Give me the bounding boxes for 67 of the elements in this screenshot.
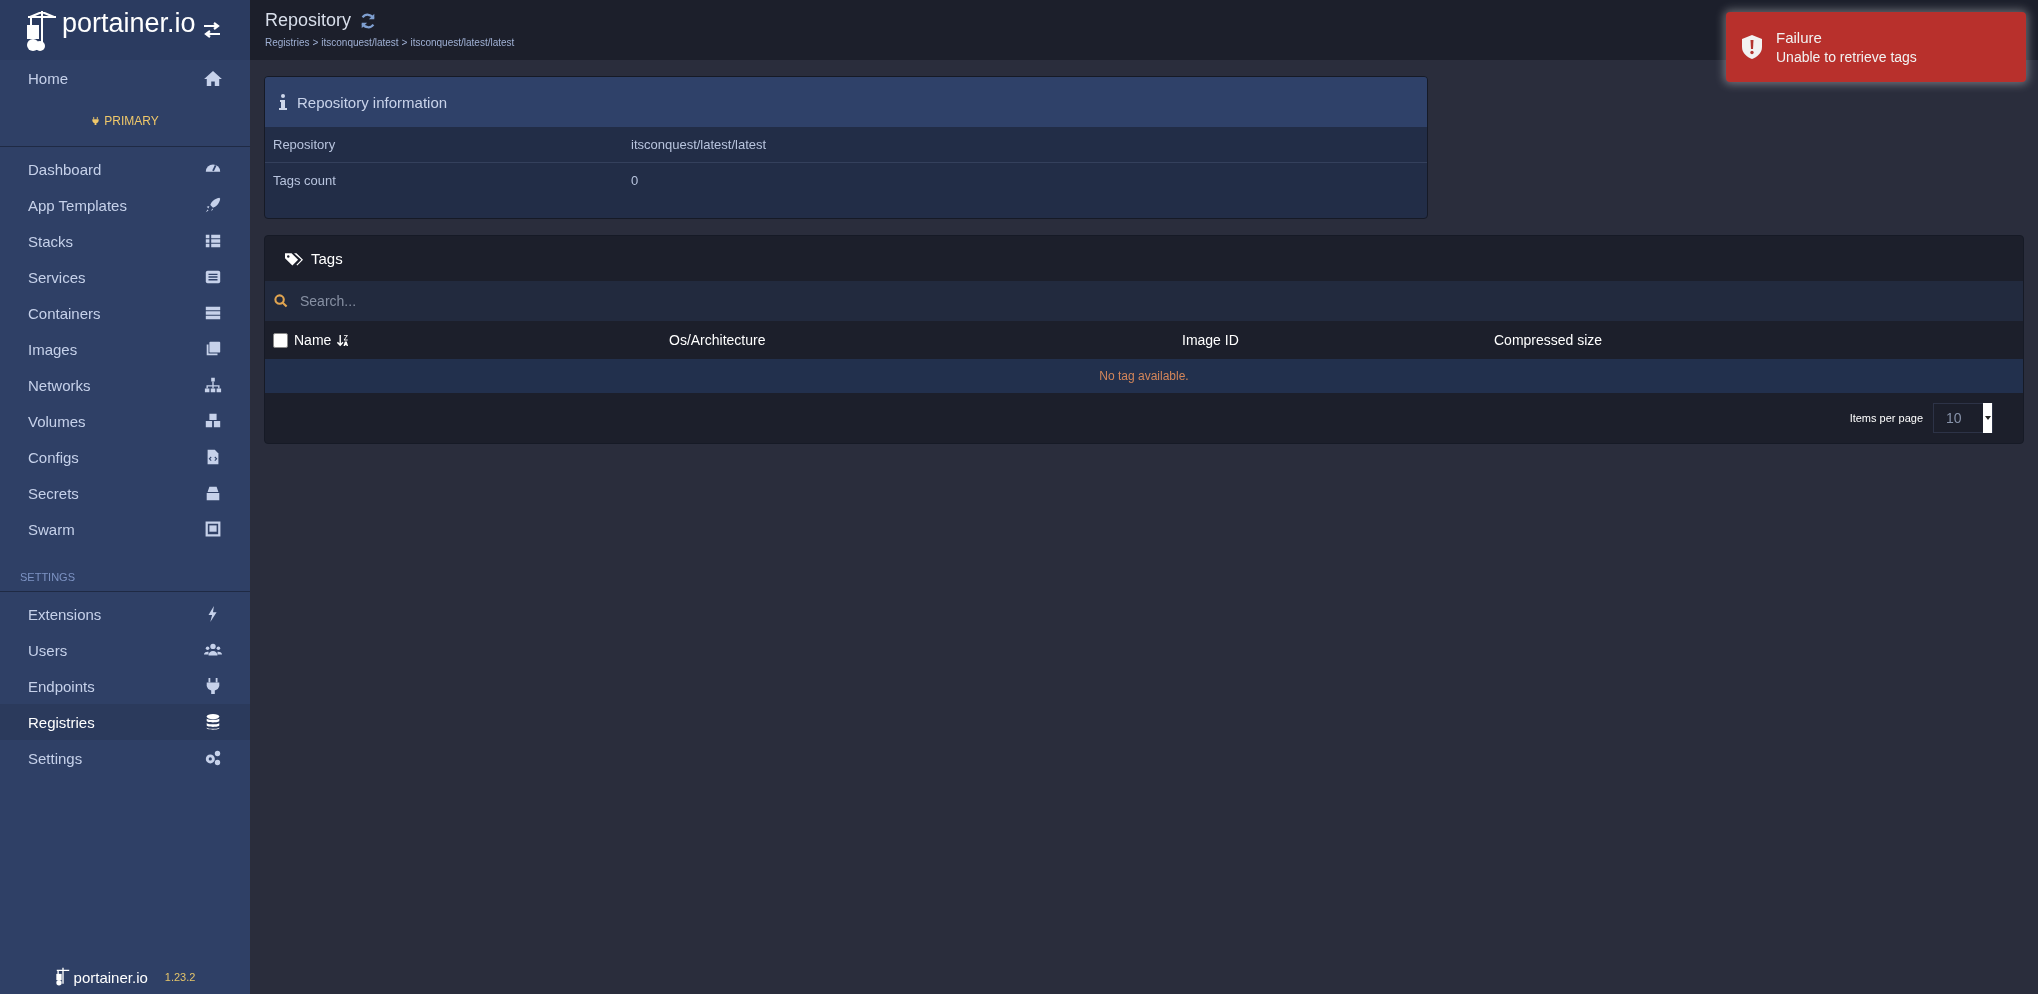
sidebar-item[interactable]: Endpoints xyxy=(0,668,250,704)
items-per-page-label: Items per page xyxy=(1849,412,1923,424)
endpoint-label: PRIMARY xyxy=(91,114,159,128)
list-icon xyxy=(204,232,222,250)
sidebar-item[interactable]: Services xyxy=(0,259,250,295)
sidebar-item[interactable]: Swarm xyxy=(0,511,250,547)
page-title: Repository xyxy=(265,10,352,31)
sidebar-item[interactable]: Volumes xyxy=(0,403,250,439)
sidebar-item[interactable]: Dashboard xyxy=(0,151,250,187)
rocket-icon xyxy=(204,196,222,214)
column-header: Compressed size xyxy=(1494,332,1603,348)
column-header: Os/Architecture xyxy=(669,332,767,348)
plug-icon xyxy=(91,115,101,127)
info-label: Repository xyxy=(273,137,337,152)
sidebar-item[interactable]: Images xyxy=(0,331,250,367)
panel-title: Repository information xyxy=(297,93,448,111)
database-icon xyxy=(204,713,222,731)
items-per-page-select[interactable]: 10 xyxy=(1933,403,1993,433)
empty-message: No tag available. xyxy=(1099,369,1189,383)
network-tree-icon xyxy=(204,376,222,394)
column-header: Image ID xyxy=(1182,332,1240,348)
images-icon xyxy=(204,340,222,358)
sidebar-item[interactable]: Extensions xyxy=(0,596,250,632)
toast-message: Unable to retrieve tags xyxy=(1776,49,1917,65)
search-field[interactable]: Search... xyxy=(265,281,2023,321)
crane-logo-icon xyxy=(54,967,71,987)
tags-icon xyxy=(285,251,303,266)
breadcrumb-link[interactable]: itsconquest/latest xyxy=(321,37,399,48)
footer-logo-text: portainer.io xyxy=(73,968,148,986)
sort-icon[interactable] xyxy=(337,333,350,347)
list-box-icon xyxy=(204,268,222,286)
breadcrumb-link[interactable]: Registries xyxy=(265,37,310,48)
version-label: 1.23.2 xyxy=(164,971,196,983)
sidebar-item[interactable]: Networks xyxy=(0,367,250,403)
search-icon xyxy=(274,294,288,308)
sidebar-item[interactable]: App Templates xyxy=(0,187,250,223)
info-label: Tags count xyxy=(273,173,337,188)
shield-alert-icon xyxy=(1742,35,1762,59)
sidebar-item[interactable]: Configs xyxy=(0,439,250,475)
sidebar-item[interactable]: Containers xyxy=(0,295,250,331)
info-icon xyxy=(279,94,287,110)
sidebar-item[interactable]: Settings xyxy=(0,740,250,776)
frame-icon xyxy=(204,520,222,538)
cubes-icon xyxy=(204,412,222,430)
info-value: itsconquest/latest/latest xyxy=(631,137,767,152)
plug-icon xyxy=(204,677,222,695)
sidebar-item[interactable]: Users xyxy=(0,632,250,668)
sidebar-item[interactable]: Registries xyxy=(0,704,250,740)
caret-icon xyxy=(1984,416,1991,420)
home-nav-item[interactable]: Home xyxy=(0,60,250,96)
column-header[interactable]: Name xyxy=(294,332,332,348)
section-title: SETTINGS xyxy=(19,570,76,585)
home-icon xyxy=(204,70,222,86)
breadcrumb-link[interactable]: itsconquest/latest/latest xyxy=(410,37,515,48)
breadcrumb-separator: > xyxy=(312,37,319,48)
select-all-checkbox[interactable] xyxy=(273,332,288,348)
logo-text: portainer.io xyxy=(62,7,196,39)
gears-icon xyxy=(204,749,222,767)
panel-title: Tags xyxy=(311,250,343,267)
sidebar-item[interactable]: Secrets xyxy=(0,475,250,511)
server-icon xyxy=(204,304,222,322)
sidebar-item[interactable]: Stacks xyxy=(0,223,250,259)
swap-arrows-icon[interactable] xyxy=(202,22,222,38)
search-input[interactable]: Search... xyxy=(298,292,2014,310)
toast-title: Failure xyxy=(1776,29,1823,46)
breadcrumb-separator: > xyxy=(401,37,408,48)
info-value: 0 xyxy=(631,173,639,188)
